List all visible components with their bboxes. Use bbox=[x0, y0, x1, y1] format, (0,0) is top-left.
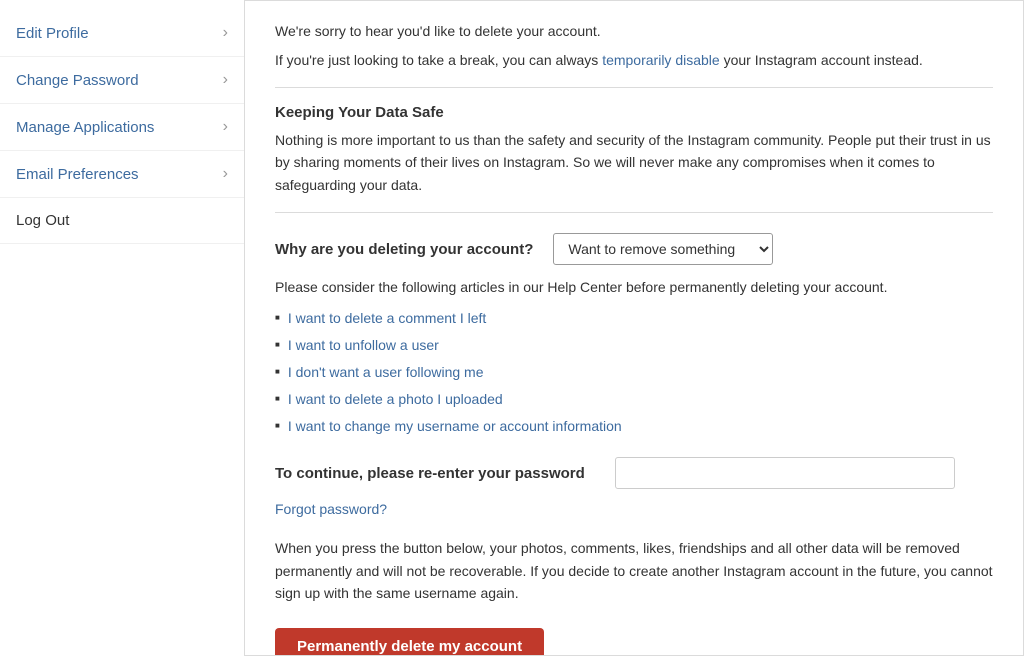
help-link-item-2: I don't want a user following me bbox=[275, 362, 993, 383]
help-link-1[interactable]: I want to unfollow a user bbox=[288, 335, 439, 356]
chevron-right-icon: › bbox=[223, 71, 228, 89]
help-link-item-1: I want to unfollow a user bbox=[275, 335, 993, 356]
sidebar-item-change-password[interactable]: Change Password › bbox=[0, 57, 244, 104]
intro2-prefix: If you're just looking to take a break, … bbox=[275, 52, 602, 68]
help-link-item-3: I want to delete a photo I uploaded bbox=[275, 389, 993, 410]
sidebar-item-label: Manage Applications bbox=[16, 119, 154, 136]
help-links-list: I want to delete a comment I left I want… bbox=[275, 308, 993, 437]
intro2-suffix: your Instagram account instead. bbox=[720, 52, 923, 68]
help-link-item-0: I want to delete a comment I left bbox=[275, 308, 993, 329]
sidebar-item-label: Email Preferences bbox=[16, 166, 139, 183]
help-link-item-4: I want to change my username or account … bbox=[275, 416, 993, 437]
sidebar-item-log-out[interactable]: Log Out bbox=[0, 198, 244, 244]
sidebar: Edit Profile › Change Password › Manage … bbox=[0, 0, 245, 656]
intro-text-1: We're sorry to hear you'd like to delete… bbox=[275, 21, 993, 42]
keeping-data-safe-title: Keeping Your Data Safe bbox=[275, 104, 993, 121]
sidebar-item-email-preferences[interactable]: Email Preferences › bbox=[0, 151, 244, 198]
chevron-right-icon: › bbox=[223, 24, 228, 42]
help-text: Please consider the following articles i… bbox=[275, 277, 993, 298]
password-row: To continue, please re-enter your passwo… bbox=[275, 457, 993, 489]
help-link-3[interactable]: I want to delete a photo I uploaded bbox=[288, 389, 503, 410]
delete-reason-label: Why are you deleting your account? bbox=[275, 241, 533, 258]
forgot-password-container: Forgot password? bbox=[275, 501, 993, 517]
intro-text-2: If you're just looking to take a break, … bbox=[275, 50, 993, 71]
bottom-warning: When you press the button below, your ph… bbox=[275, 537, 993, 604]
password-label: To continue, please re-enter your passwo… bbox=[275, 465, 595, 482]
delete-reason-row: Why are you deleting your account? Want … bbox=[275, 233, 993, 265]
help-link-4[interactable]: I want to change my username or account … bbox=[288, 416, 622, 437]
temporarily-disable-link[interactable]: temporarily disable bbox=[602, 52, 720, 68]
reason-select[interactable]: Want to remove something Privacy concern… bbox=[553, 233, 773, 265]
delete-account-button[interactable]: Permanently delete my account bbox=[275, 628, 544, 656]
sidebar-item-label: Change Password bbox=[16, 72, 139, 89]
main-content: We're sorry to hear you'd like to delete… bbox=[245, 0, 1024, 656]
sidebar-item-label: Edit Profile bbox=[16, 25, 89, 42]
keeping-data-safe-body: Nothing is more important to us than the… bbox=[275, 129, 993, 196]
help-link-2[interactable]: I don't want a user following me bbox=[288, 362, 484, 383]
help-link-0[interactable]: I want to delete a comment I left bbox=[288, 308, 486, 329]
chevron-right-icon: › bbox=[223, 118, 228, 136]
chevron-right-icon: › bbox=[223, 165, 228, 183]
divider bbox=[275, 87, 993, 88]
forgot-password-link[interactable]: Forgot password? bbox=[275, 501, 387, 517]
sidebar-item-manage-applications[interactable]: Manage Applications › bbox=[0, 104, 244, 151]
divider-2 bbox=[275, 212, 993, 213]
password-input[interactable] bbox=[615, 457, 955, 489]
sidebar-item-label: Log Out bbox=[16, 212, 69, 229]
sidebar-item-edit-profile[interactable]: Edit Profile › bbox=[0, 10, 244, 57]
